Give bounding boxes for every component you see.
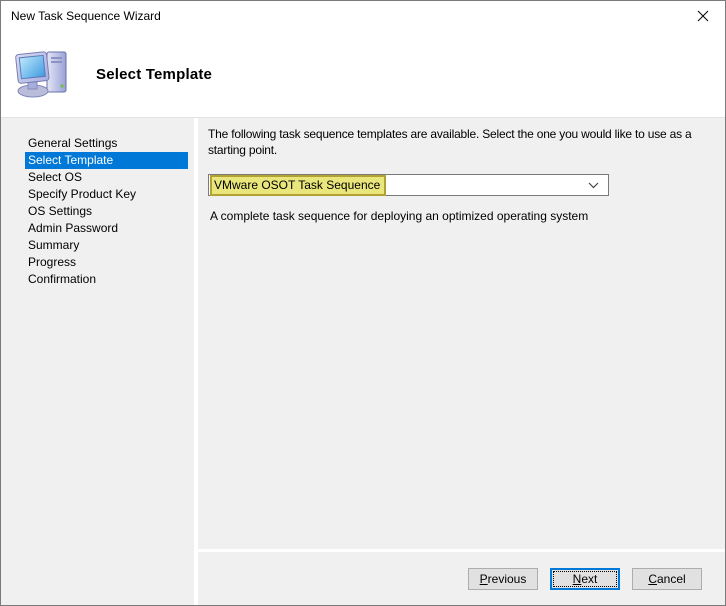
previous-button[interactable]: Previous	[468, 568, 538, 590]
template-dropdown-value: VMware OSOT Task Sequence	[210, 174, 387, 196]
wizard-step-admin-password: Admin Password	[28, 221, 119, 235]
template-dropdown-value-area: VMware OSOT Task Sequence	[209, 174, 578, 196]
wizard-step-os-settings: OS Settings	[28, 204, 93, 218]
wizard-body: General Settings Select Template Select OS…	[1, 118, 725, 605]
template-dropdown[interactable]: VMware OSOT Task Sequence	[208, 174, 609, 196]
wizard-window: New Task Sequence Wizard Select Template…	[0, 0, 726, 606]
wizard-step-select-template: Select Template	[25, 152, 188, 169]
wizard-step-progress: Progress	[28, 255, 77, 269]
button-bar: Previous Next Cancel	[198, 552, 725, 605]
wizard-step-general-settings: General Settings	[28, 136, 118, 150]
next-button[interactable]: Next	[550, 568, 620, 590]
wizard-header: Select Template	[1, 31, 725, 118]
computer-icon	[14, 49, 70, 99]
title-bar: New Task Sequence Wizard	[1, 1, 725, 31]
window-title: New Task Sequence Wizard	[11, 9, 161, 23]
page-title: Select Template	[96, 65, 213, 83]
footer-area: Previous Next Cancel	[198, 549, 725, 605]
instruction-text: The following task sequence templates ar…	[208, 127, 692, 157]
wizard-step-confirmation: Confirmation	[28, 272, 97, 286]
cancel-button[interactable]: Cancel	[632, 568, 702, 590]
wizard-step-select-os: Select OS	[28, 170, 83, 184]
template-description: A complete task sequence for deploying a…	[210, 209, 589, 223]
wizard-steps-list: General Settings Select Template Select OS…	[1, 118, 194, 605]
close-icon	[697, 10, 708, 22]
wizard-step-specify-product-key: Specify Product Key	[28, 187, 137, 201]
close-button[interactable]	[680, 1, 725, 31]
wizard-content: The following task sequence templates ar…	[198, 118, 725, 605]
wizard-step-summary: Summary	[28, 238, 80, 252]
chevron-down-icon	[578, 182, 608, 189]
